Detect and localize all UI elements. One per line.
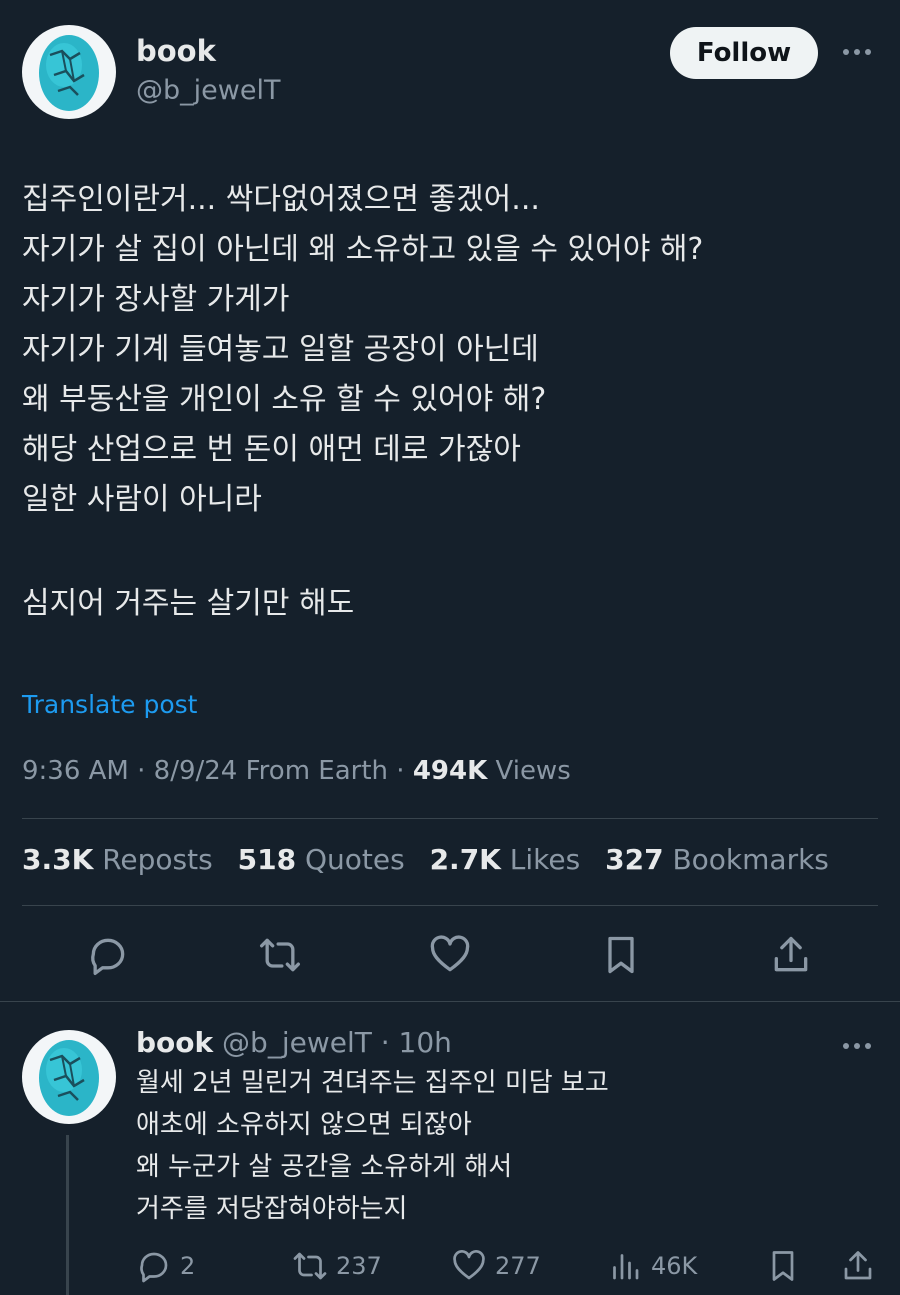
reply-text-line: 월세 2년 밀린거 견뎌주는 집주인 미담 보고 <box>136 1068 609 1098</box>
follow-button[interactable]: Follow <box>670 27 818 79</box>
post-text-line: 일한 사람이 아니라 <box>22 482 262 517</box>
bookmarks-stat[interactable]: 327 Bookmarks <box>605 843 829 876</box>
post-stats: 3.3K Reposts 518 Quotes 2.7K Likes 327 B… <box>22 843 845 876</box>
views-chart-icon <box>613 1254 639 1280</box>
divider <box>22 905 878 906</box>
post-timestamp[interactable]: 9:36 AM · 8/9/24 From Earth · <box>22 756 413 786</box>
repost-count: 237 <box>336 1252 382 1280</box>
likes-stat[interactable]: 2.7K Likes <box>430 843 581 876</box>
like-count: 277 <box>495 1252 541 1280</box>
turquoise-stone-image <box>39 1040 99 1116</box>
reply-time[interactable]: · 10h <box>372 1026 452 1059</box>
author-name[interactable]: book <box>136 34 216 68</box>
repost-icon <box>293 1252 327 1280</box>
translate-post-link[interactable]: Translate post <box>22 690 197 719</box>
reply-bookmark-button[interactable] <box>765 1248 801 1284</box>
share-icon[interactable] <box>767 931 815 979</box>
post-text-line: 자기가 살 집이 아닌데 왜 소유하고 있을 수 있어야 해? <box>22 232 704 267</box>
share-icon <box>844 1251 872 1280</box>
reply-repost-button[interactable]: 237 <box>292 1248 382 1284</box>
reply-text-line: 거주를 저당잡혀야하는지 <box>136 1194 408 1224</box>
views-count: 494K <box>412 756 488 786</box>
reply-icon <box>140 1252 168 1283</box>
reposts-stat[interactable]: 3.3K Reposts <box>22 843 213 876</box>
reply-author-handle[interactable]: @b_jewelT <box>222 1026 372 1059</box>
reply-author-avatar[interactable] <box>22 1030 116 1124</box>
divider <box>22 818 878 819</box>
post-meta: 9:36 AM · 8/9/24 From Earth · 494K Views <box>22 756 571 786</box>
like-icon <box>453 1250 485 1280</box>
like-icon[interactable] <box>426 931 474 979</box>
reply-views-button[interactable]: 46K <box>607 1248 697 1284</box>
author-avatar[interactable] <box>22 25 116 119</box>
post-text-line: 집주인이란거... 싹다없어졌으면 좋겠어... <box>22 182 540 217</box>
reply-count: 2 <box>180 1252 196 1280</box>
bookmark-icon[interactable] <box>597 931 645 979</box>
views-count-reply: 46K <box>651 1252 698 1280</box>
reply-icon[interactable] <box>84 931 132 979</box>
reply-author-name[interactable]: book <box>136 1026 213 1059</box>
reply-share-button[interactable] <box>840 1248 876 1284</box>
post-text-line: 해당 산업으로 번 돈이 애먼 데로 가잖아 <box>22 432 521 467</box>
reply-more-options-icon[interactable] <box>843 1043 871 1049</box>
divider <box>0 1001 900 1002</box>
reply-text-line: 왜 누군가 살 공간을 소유하게 해서 <box>136 1152 513 1182</box>
more-options-icon[interactable] <box>843 49 871 55</box>
post-text-line: 왜 부동산을 개인이 소유 할 수 있어야 해? <box>22 382 547 417</box>
post-text-line: 자기가 기계 들여놓고 일할 공장이 아닌데 <box>22 332 539 367</box>
quotes-stat[interactable]: 518 Quotes <box>238 843 405 876</box>
post-text-line: 자기가 장사할 가게가 <box>22 282 290 317</box>
reply-header: book @b_jewelT · 10h <box>136 1026 452 1059</box>
reply-text-line: 애초에 소유하지 않으면 되잖아 <box>136 1110 472 1140</box>
repost-icon[interactable] <box>256 931 304 979</box>
author-handle[interactable]: @b_jewelT <box>136 75 280 106</box>
bookmark-icon <box>772 1251 794 1281</box>
turquoise-stone-image <box>39 35 99 111</box>
post-text-line: 심지어 거주는 살기만 해도 <box>22 586 355 621</box>
thread-connector-line <box>66 1135 69 1295</box>
views-label: Views <box>487 756 571 786</box>
reply-like-button[interactable]: 277 <box>451 1248 541 1284</box>
reply-reply-button[interactable]: 2 <box>136 1248 195 1284</box>
